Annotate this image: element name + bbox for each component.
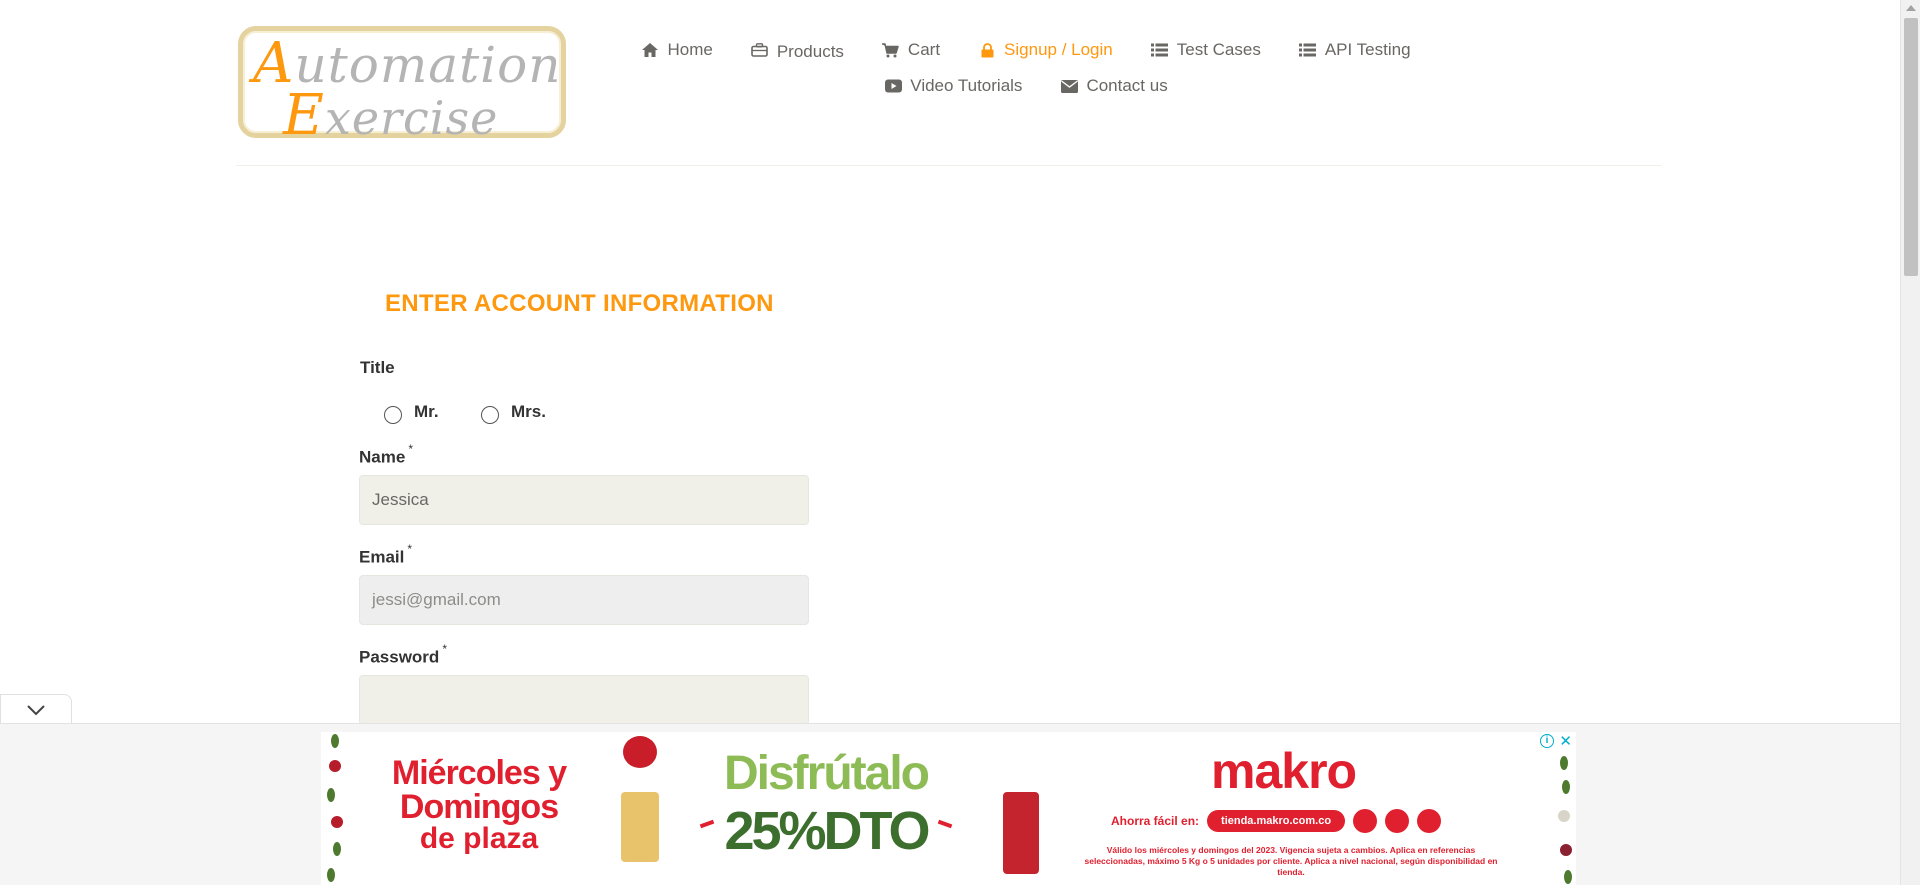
ad-legal-text: Válido los miércoles y domingos del 2023… bbox=[1084, 845, 1498, 878]
cart-icon bbox=[1353, 809, 1378, 833]
lock-icon bbox=[978, 42, 996, 58]
ad-info-icon[interactable]: i bbox=[1540, 734, 1554, 748]
nav-row-1: Home Products Cart Signup / Login Test C… bbox=[642, 32, 1411, 68]
ad-headline: Disfrútalo bbox=[723, 747, 930, 800]
site-logo[interactable]: Automation Exercise bbox=[238, 26, 566, 148]
mrs-label: Mrs. bbox=[511, 402, 546, 421]
makro-logo: makro bbox=[1211, 743, 1357, 799]
nav-cart[interactable]: Cart bbox=[882, 40, 940, 60]
logo-line-2: Exercise bbox=[283, 83, 499, 148]
mr-radio[interactable] bbox=[384, 406, 402, 424]
list-icon bbox=[1151, 42, 1169, 58]
ahorra-text: Ahorra fácil en: bbox=[1111, 814, 1200, 828]
phone-icon bbox=[1385, 809, 1410, 833]
cart-icon bbox=[882, 42, 900, 58]
nav-contact-us-label: Contact us bbox=[1086, 76, 1168, 95]
page-scrollbar[interactable] bbox=[1900, 0, 1920, 885]
scroll-up-icon[interactable] bbox=[1906, 5, 1916, 11]
home-icon bbox=[641, 42, 659, 58]
nav-cart-label: Cart bbox=[907, 40, 941, 59]
nav-api-testing-label: API Testing bbox=[1324, 40, 1411, 59]
nav-signup-login-label: Signup / Login bbox=[1004, 40, 1113, 59]
required-mark: * bbox=[408, 442, 413, 456]
nav-home-label: Home bbox=[667, 40, 713, 59]
name-label: Name * bbox=[359, 442, 413, 467]
title-mrs-option[interactable]: Mrs. bbox=[481, 400, 546, 424]
ad-cta-row: Ahorra fácil en: tienda.makro.com.co bbox=[1111, 809, 1442, 833]
list-icon bbox=[1299, 42, 1317, 58]
nav-api-testing[interactable]: API Testing bbox=[1299, 40, 1411, 60]
ad-collapse-tab[interactable] bbox=[0, 694, 72, 724]
nav-signup-login[interactable]: Signup / Login bbox=[978, 40, 1113, 60]
nav-test-cases[interactable]: Test Cases bbox=[1151, 40, 1261, 60]
scrollbar-thumb[interactable] bbox=[1904, 18, 1918, 276]
apple-image bbox=[623, 736, 657, 768]
app-icon bbox=[1417, 809, 1442, 833]
form-title: ENTER ACCOUNT INFORMATION bbox=[385, 290, 774, 317]
main-nav: Home Products Cart Signup / Login Test C… bbox=[642, 32, 1411, 104]
password-input[interactable] bbox=[359, 675, 809, 725]
nav-home[interactable]: Home bbox=[641, 40, 713, 60]
required-mark: * bbox=[442, 642, 447, 656]
nav-video-tutorials-label: Video Tutorials bbox=[910, 76, 1023, 95]
nav-products-label: Products bbox=[776, 42, 844, 61]
name-input[interactable]: Jessica bbox=[359, 475, 809, 525]
herb-decoration-left bbox=[321, 732, 345, 885]
site-header: Automation Exercise Home Products Cart S… bbox=[236, 0, 1661, 166]
mrs-radio[interactable] bbox=[481, 406, 499, 424]
product-tray-image bbox=[1003, 792, 1039, 874]
ad-close-icon[interactable]: ✕ bbox=[1559, 732, 1572, 750]
title-mr-option[interactable]: Mr. bbox=[384, 400, 439, 424]
email-label: Email * bbox=[359, 542, 413, 567]
nav-test-cases-label: Test Cases bbox=[1176, 40, 1261, 59]
briefcase-icon bbox=[751, 42, 769, 58]
youtube-icon bbox=[884, 78, 902, 94]
nav-video-tutorials[interactable]: Video Tutorials bbox=[884, 76, 1022, 96]
herb-decoration-right bbox=[1552, 732, 1576, 885]
nav-contact-us[interactable]: Contact us bbox=[1060, 76, 1168, 96]
password-label: Password * bbox=[359, 642, 447, 667]
chevron-down-icon bbox=[27, 704, 45, 715]
envelope-icon bbox=[1060, 78, 1078, 94]
email-input[interactable]: jessi@gmail.com bbox=[359, 575, 809, 625]
ad-discount: 25%DTO bbox=[706, 800, 946, 862]
required-mark: * bbox=[407, 542, 413, 556]
site-pill: tienda.makro.com.co bbox=[1207, 810, 1346, 832]
title-label: Title bbox=[360, 358, 395, 377]
product-bag-image bbox=[621, 792, 659, 862]
ad-promo-text: Miércoles y Domingos de plaza bbox=[391, 754, 567, 855]
makro-ad-banner[interactable]: Miércoles y Domingos de plaza Disfrútalo… bbox=[321, 732, 1576, 885]
mr-label: Mr. bbox=[414, 402, 439, 421]
nav-row-2: Video Tutorials Contact us bbox=[711, 68, 1341, 104]
nav-products[interactable]: Products bbox=[751, 38, 844, 62]
